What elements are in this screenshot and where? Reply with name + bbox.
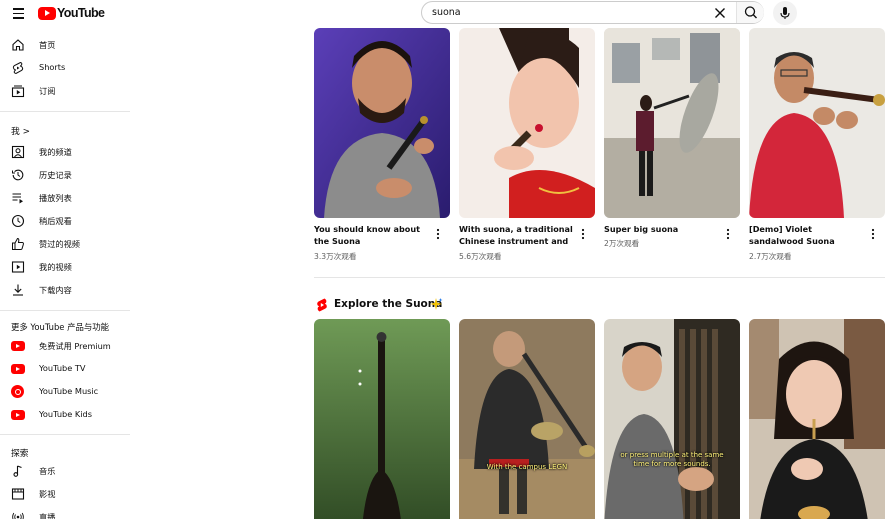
video-thumbnail[interactable] xyxy=(314,28,450,218)
video-title[interactable]: Super big suona xyxy=(604,223,722,235)
sidebar-item-label: 首页 xyxy=(39,40,56,50)
video-views: 3.3万次观看 xyxy=(314,252,357,261)
sidebar-item-youtube-music[interactable]: YouTube Music xyxy=(0,382,130,404)
channel-icon xyxy=(11,145,25,159)
live-icon xyxy=(12,512,24,519)
sparkle-icon xyxy=(430,298,443,310)
short-caption: or press multiple at the same time for m… xyxy=(620,451,724,468)
sidebar-item-watch-later[interactable]: 稍后观看 xyxy=(0,211,130,233)
video-views: 5.6万次观看 xyxy=(459,252,502,261)
video-title[interactable]: [Demo] Violet sandalwood Suona xyxy=(749,223,867,247)
section-title-you[interactable]: 我 > xyxy=(11,124,30,137)
youtube-premium-icon xyxy=(11,341,25,351)
video-title[interactable]: With suona, a traditional Chinese instru… xyxy=(459,223,577,247)
sidebar: 首页 Shorts 订阅 我 > 我的频道 历史记录 播放列表 稍后观看 赞过的… xyxy=(0,26,130,519)
search-icon xyxy=(744,6,757,19)
sidebar-item-label: 播放列表 xyxy=(39,193,72,203)
sidebar-divider xyxy=(0,434,130,435)
sidebar-item-label: YouTube TV xyxy=(39,363,86,373)
sidebar-item-label: YouTube Kids xyxy=(39,409,92,419)
sidebar-item-label: 订阅 xyxy=(39,86,56,96)
sidebar-item-label: YouTube Music xyxy=(39,386,99,396)
sidebar-item-playlists[interactable]: 播放列表 xyxy=(0,188,130,210)
microphone-icon xyxy=(780,7,790,19)
sidebar-item-label: 直播 xyxy=(39,512,56,519)
sidebar-item-subscriptions[interactable]: 订阅 xyxy=(0,81,130,103)
top-bar: YouTube xyxy=(0,0,885,26)
more-options-icon[interactable] xyxy=(868,228,878,240)
video-views: 2万次观看 xyxy=(604,239,640,248)
section-divider xyxy=(314,277,885,278)
search-button[interactable] xyxy=(736,2,764,23)
sidebar-item-liked-videos[interactable]: 赞过的视频 xyxy=(0,234,130,256)
sidebar-item-premium[interactable]: 免费试用 Premium xyxy=(0,336,130,358)
movies-icon xyxy=(11,488,25,500)
voice-search-button[interactable] xyxy=(773,1,797,25)
sidebar-item-youtube-tv[interactable]: YouTube TV xyxy=(0,359,130,381)
playlists-icon xyxy=(12,193,23,204)
subscriptions-icon xyxy=(11,85,25,98)
menu-icon[interactable] xyxy=(10,5,28,21)
sidebar-divider xyxy=(0,310,130,311)
short-thumbnail[interactable] xyxy=(314,319,450,519)
logo-text: YouTube xyxy=(57,6,105,20)
sidebar-item-downloads[interactable]: 下载内容 xyxy=(0,280,130,302)
shorts-logo-icon xyxy=(317,298,327,312)
sidebar-item-label: 赞过的视频 xyxy=(39,239,80,249)
section-title-more-from-youtube: 更多 YouTube 产品与功能 xyxy=(11,322,110,332)
sidebar-item-label: Shorts xyxy=(39,62,66,72)
sidebar-item-history[interactable]: 历史记录 xyxy=(0,165,130,187)
section-title-explore: 探索 xyxy=(11,449,29,459)
sidebar-item-music[interactable]: 音乐 xyxy=(0,461,130,483)
search-box xyxy=(421,1,764,24)
short-thumbnail[interactable]: With the campus LEGN xyxy=(459,319,595,519)
sidebar-item-youtube-kids[interactable]: YouTube Kids xyxy=(0,405,130,427)
downloads-icon xyxy=(13,284,23,296)
sidebar-item-shorts[interactable]: Shorts xyxy=(0,58,130,80)
search-results: You should know about the Suona 3.3万次观看 … xyxy=(130,26,885,519)
more-options-icon[interactable] xyxy=(433,228,443,240)
video-thumbnail[interactable] xyxy=(749,28,885,218)
sidebar-item-label: 历史记录 xyxy=(39,170,72,180)
more-options-icon[interactable] xyxy=(723,228,733,240)
sidebar-item-label: 免费试用 Premium xyxy=(39,341,111,351)
home-icon xyxy=(12,39,24,51)
sidebar-item-label: 音乐 xyxy=(39,466,56,476)
sidebar-item-label: 下载内容 xyxy=(39,285,72,295)
sidebar-divider xyxy=(0,111,130,112)
clear-icon[interactable] xyxy=(712,5,728,21)
sidebar-item-label: 我的视频 xyxy=(39,262,72,272)
short-thumbnail[interactable] xyxy=(749,319,885,519)
youtube-logo-icon xyxy=(38,6,56,20)
video-views: 2.7万次观看 xyxy=(749,252,792,261)
sidebar-item-label: 稍后观看 xyxy=(39,216,72,226)
more-options-icon[interactable] xyxy=(578,228,588,240)
sidebar-item-live[interactable]: 直播 xyxy=(0,507,130,519)
sidebar-item-movies[interactable]: 影视 xyxy=(0,484,130,506)
shelf-title[interactable]: Explore the Suona xyxy=(334,298,442,310)
video-thumbnail[interactable] xyxy=(604,28,740,218)
youtube-tv-icon xyxy=(11,364,25,374)
short-caption: With the campus LEGN xyxy=(486,463,568,471)
sidebar-item-your-channel[interactable]: 我的频道 xyxy=(0,142,130,164)
shorts-icon xyxy=(12,61,24,75)
liked-icon xyxy=(12,237,24,250)
youtube-music-icon xyxy=(11,385,24,398)
sidebar-item-label: 我的频道 xyxy=(39,147,72,157)
youtube-kids-icon xyxy=(11,410,25,420)
sidebar-item-label: 影视 xyxy=(39,489,56,499)
youtube-logo[interactable]: YouTube xyxy=(38,5,105,21)
watch-later-icon xyxy=(11,214,25,228)
sidebar-item-your-videos[interactable]: 我的视频 xyxy=(0,257,130,279)
music-icon xyxy=(13,465,22,477)
your-videos-icon xyxy=(11,261,25,273)
video-thumbnail[interactable] xyxy=(459,28,595,218)
search-input[interactable] xyxy=(432,7,702,18)
sidebar-item-home[interactable]: 首页 xyxy=(0,35,130,57)
history-icon xyxy=(12,169,24,181)
video-title[interactable]: You should know about the Suona xyxy=(314,223,432,247)
short-thumbnail[interactable]: or press multiple at the same time for m… xyxy=(604,319,740,519)
